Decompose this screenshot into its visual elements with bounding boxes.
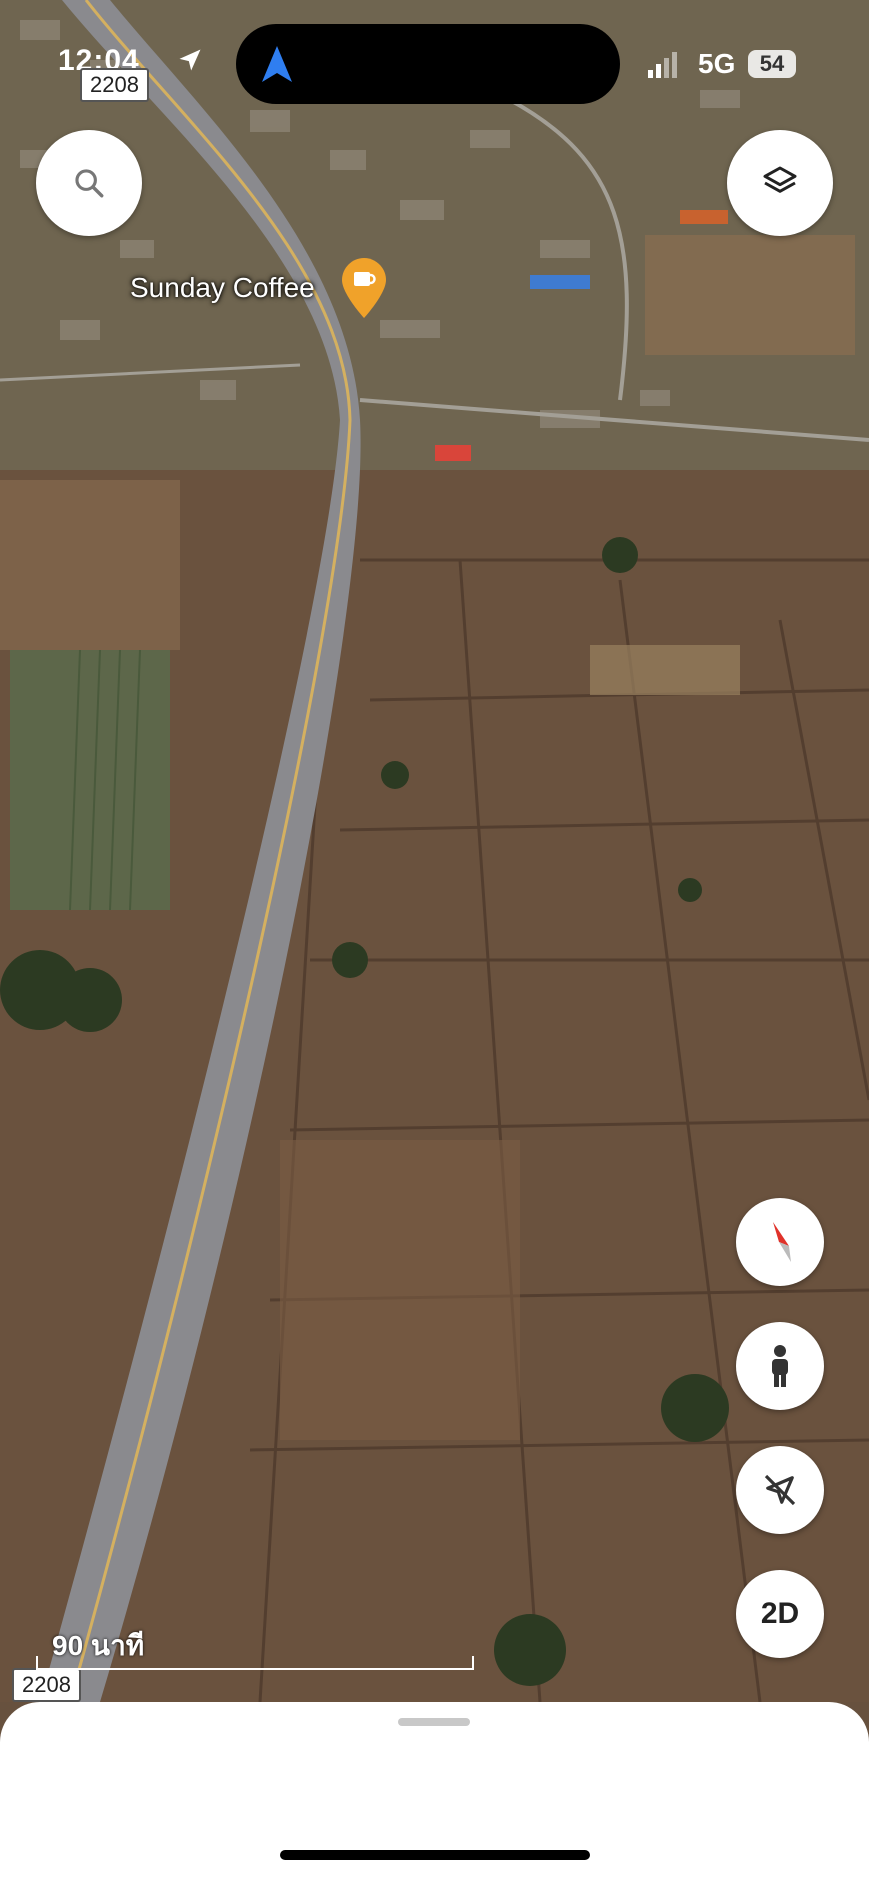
- map-imagery: [0, 0, 869, 1702]
- navigation-arrow-icon: [262, 46, 292, 82]
- compass-button[interactable]: [736, 1198, 824, 1286]
- coffee-cup-icon[interactable]: [342, 258, 386, 318]
- scale-bar: [36, 1656, 474, 1670]
- view-mode-2d-button[interactable]: 2D: [736, 1570, 824, 1658]
- compass-icon: [773, 1222, 791, 1262]
- home-indicator[interactable]: [280, 1850, 590, 1860]
- my-location-button[interactable]: [736, 1446, 824, 1534]
- search-icon: [75, 169, 104, 198]
- road-shield-bottom: 2208: [12, 1668, 81, 1702]
- layers-button[interactable]: [727, 130, 833, 236]
- search-button[interactable]: [36, 130, 142, 236]
- network-type: 5G: [698, 48, 736, 79]
- battery-indicator: 54: [748, 50, 796, 78]
- cellular-signal-icon: [648, 52, 677, 78]
- road-shield-top: 2208: [80, 68, 149, 102]
- street-view-button[interactable]: [736, 1322, 824, 1410]
- poi-label[interactable]: Sunday Coffee: [130, 272, 315, 304]
- location-services-icon: [179, 49, 201, 71]
- layers-icon: [763, 166, 797, 193]
- sheet-grabber[interactable]: [398, 1718, 470, 1726]
- dynamic-island: [236, 24, 620, 104]
- pegman-icon: [772, 1345, 788, 1387]
- location-off-icon: [764, 1474, 796, 1506]
